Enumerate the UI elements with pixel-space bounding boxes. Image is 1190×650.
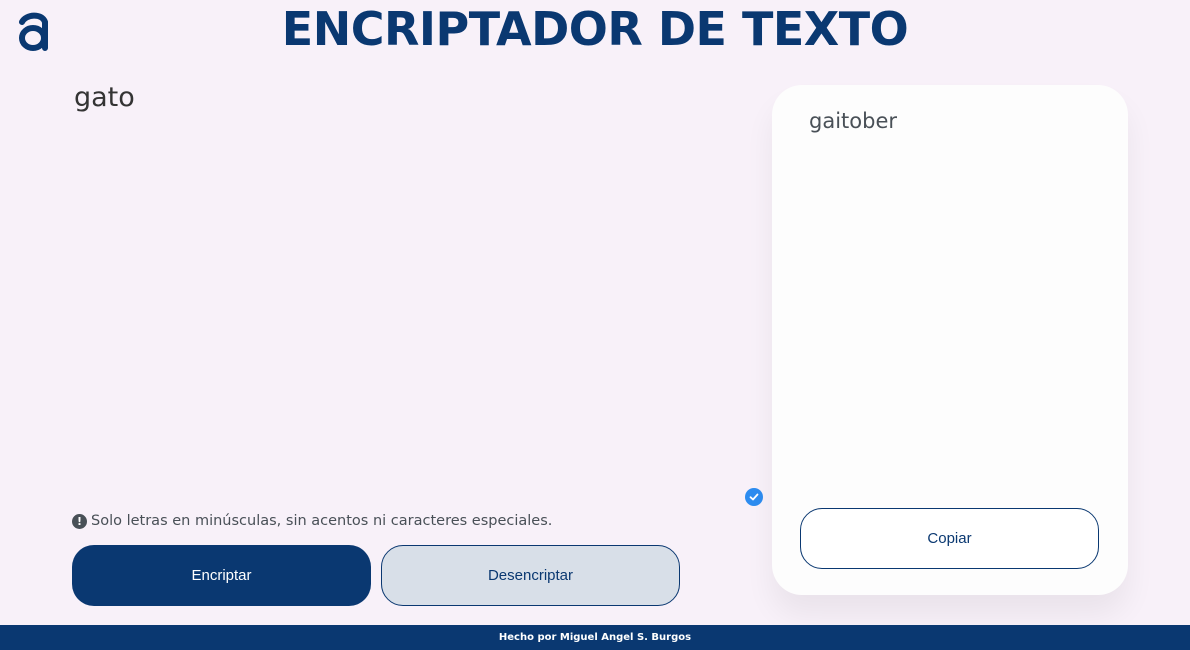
hint: ! Solo letras en minúsculas, sin acentos… bbox=[72, 513, 552, 529]
page-title: ENCRIPTADOR DE TEXTO bbox=[281, 2, 909, 56]
decrypt-button-label: Desencriptar bbox=[487, 567, 574, 584]
check-circle-icon[interactable] bbox=[745, 488, 763, 506]
output-card: gaitober Copiar bbox=[772, 85, 1128, 595]
copy-button-label: Copiar bbox=[927, 530, 972, 547]
decrypt-button[interactable]: Desencriptar bbox=[381, 545, 680, 606]
checkmark-icon bbox=[749, 493, 759, 501]
copy-button[interactable]: Copiar bbox=[800, 508, 1099, 569]
text-input[interactable] bbox=[72, 80, 712, 490]
footer-text: Hecho por Miguel Angel S. Burgos bbox=[498, 632, 692, 643]
encrypt-button-label: Encriptar bbox=[191, 567, 252, 584]
page: ENCRIPTADOR DE TEXTO gato ! Solo letras … bbox=[0, 0, 1190, 650]
exclamation-circle-icon: ! bbox=[72, 513, 87, 529]
hint-text: Solo letras en minúsculas, sin acentos n… bbox=[91, 513, 553, 529]
output-text: gaitober bbox=[809, 109, 897, 133]
encrypt-button[interactable]: Encriptar bbox=[72, 545, 371, 606]
footer: Hecho por Miguel Angel S. Burgos bbox=[0, 625, 1190, 650]
